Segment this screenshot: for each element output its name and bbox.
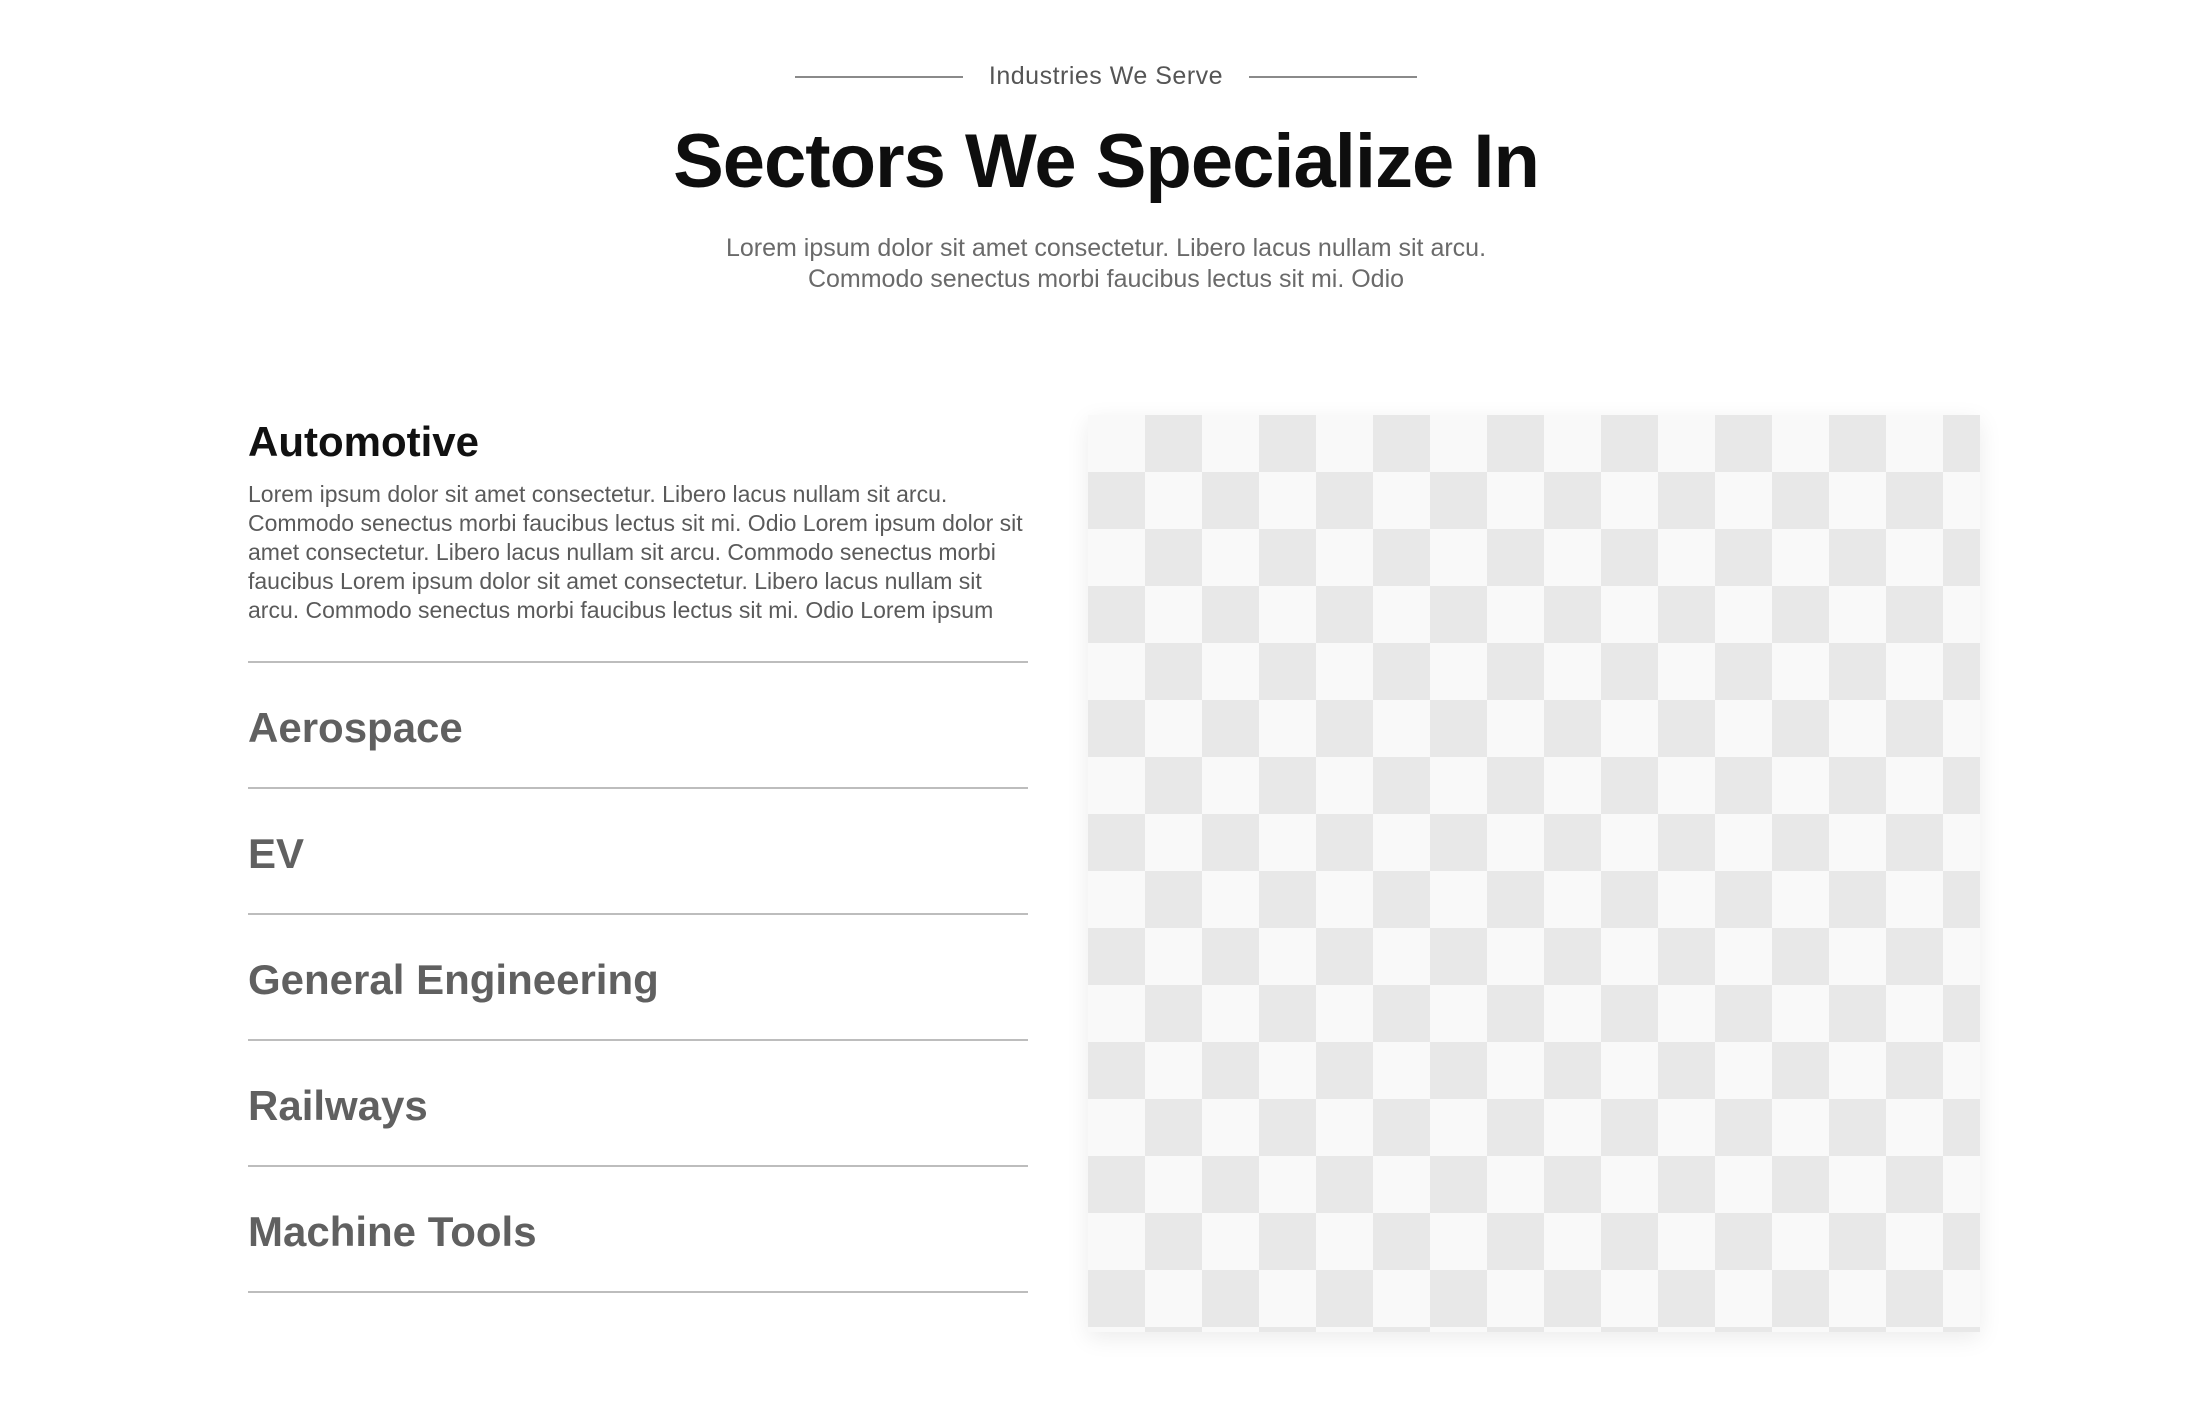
sector-item-machine-tools[interactable]: Machine Tools bbox=[248, 1167, 1028, 1293]
sector-title-automotive: Automotive bbox=[248, 418, 479, 465]
sector-description: Lorem ipsum dolor sit amet consectetur. … bbox=[248, 481, 1023, 623]
sector-item-ev[interactable]: EV bbox=[248, 789, 1028, 915]
sector-title-aerospace: Aerospace bbox=[248, 704, 463, 751]
eyebrow-label: Industries We Serve bbox=[988, 62, 1224, 90]
sector-item-railways[interactable]: Railways bbox=[248, 1041, 1028, 1167]
eyebrow-divider-right bbox=[1249, 75, 1418, 78]
sector-item-aerospace[interactable]: Aerospace bbox=[248, 663, 1028, 789]
page-title: Sectors We Specialize In bbox=[673, 119, 1540, 204]
intro-line-1: Lorem ipsum dolor sit amet consectetur. … bbox=[725, 234, 1487, 262]
eyebrow-divider-left bbox=[794, 75, 963, 78]
sector-title-general-engineering: General Engineering bbox=[248, 956, 659, 1003]
intro-line-2: Commodo senectus morbi faucibus lectus s… bbox=[807, 265, 1405, 293]
sector-item-automotive[interactable]: Automotive Lorem ipsum dolor sit amet co… bbox=[248, 398, 1028, 663]
image-placeholder-icon bbox=[1088, 415, 1980, 1332]
intro-text: Lorem ipsum dolor sit amet consectetur. … bbox=[0, 233, 2212, 295]
sector-accordion: Automotive Lorem ipsum dolor sit amet co… bbox=[248, 398, 1028, 1293]
section-eyebrow: Industries We Serve bbox=[0, 62, 2212, 91]
sector-title-machine-tools: Machine Tools bbox=[248, 1208, 537, 1255]
sector-title-railways: Railways bbox=[248, 1082, 428, 1129]
sector-title-ev: EV bbox=[248, 830, 305, 877]
sector-item-general-engineering[interactable]: General Engineering bbox=[248, 915, 1028, 1041]
